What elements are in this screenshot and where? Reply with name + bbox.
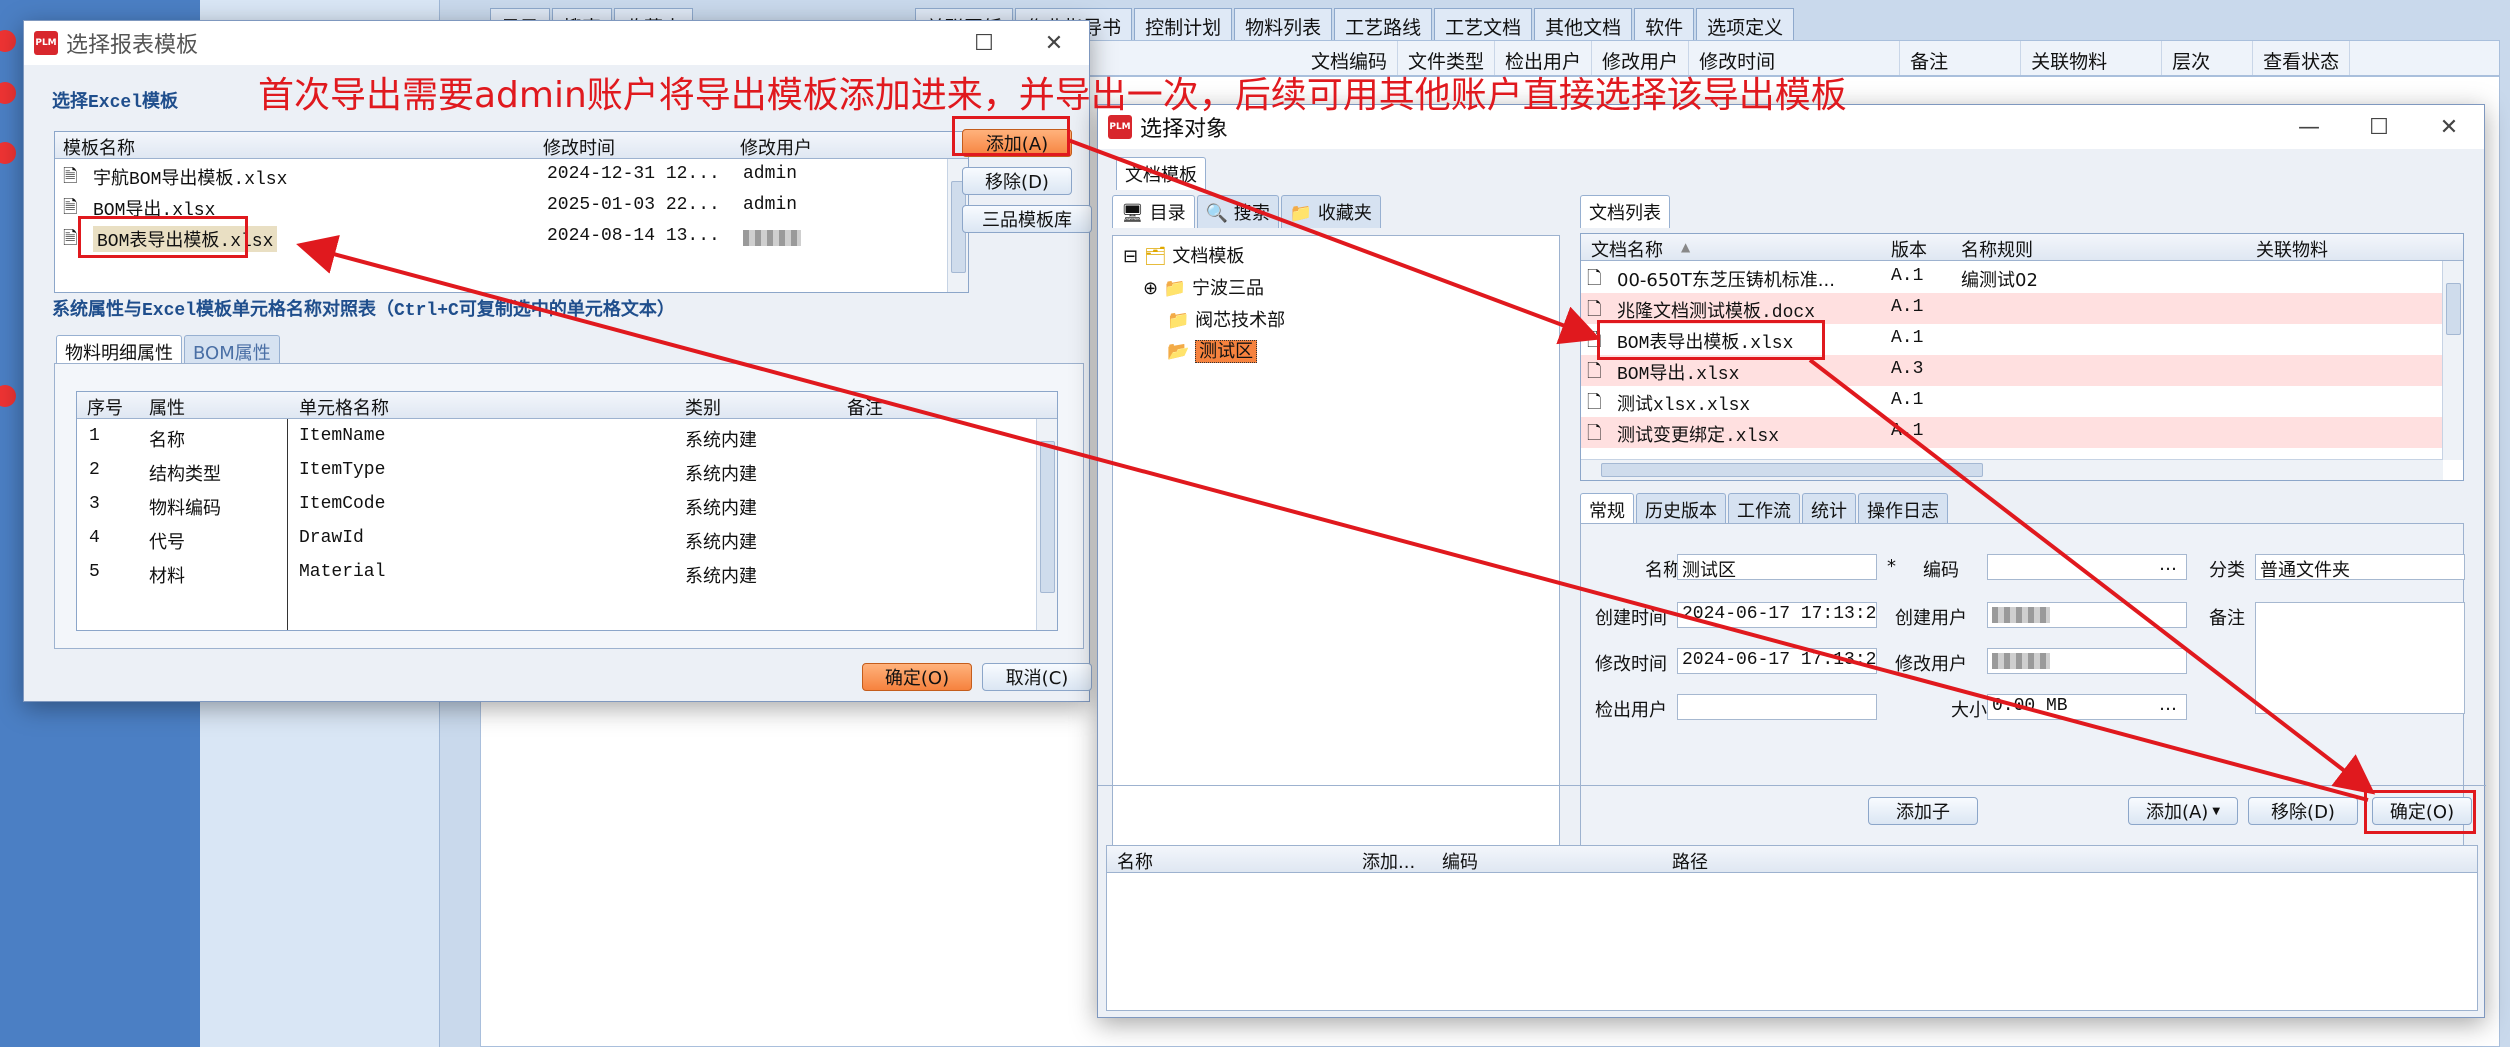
arrow — [296, 235, 2369, 802]
arrow — [1067, 138, 1601, 345]
annotation-arrows — [296, 138, 2376, 802]
